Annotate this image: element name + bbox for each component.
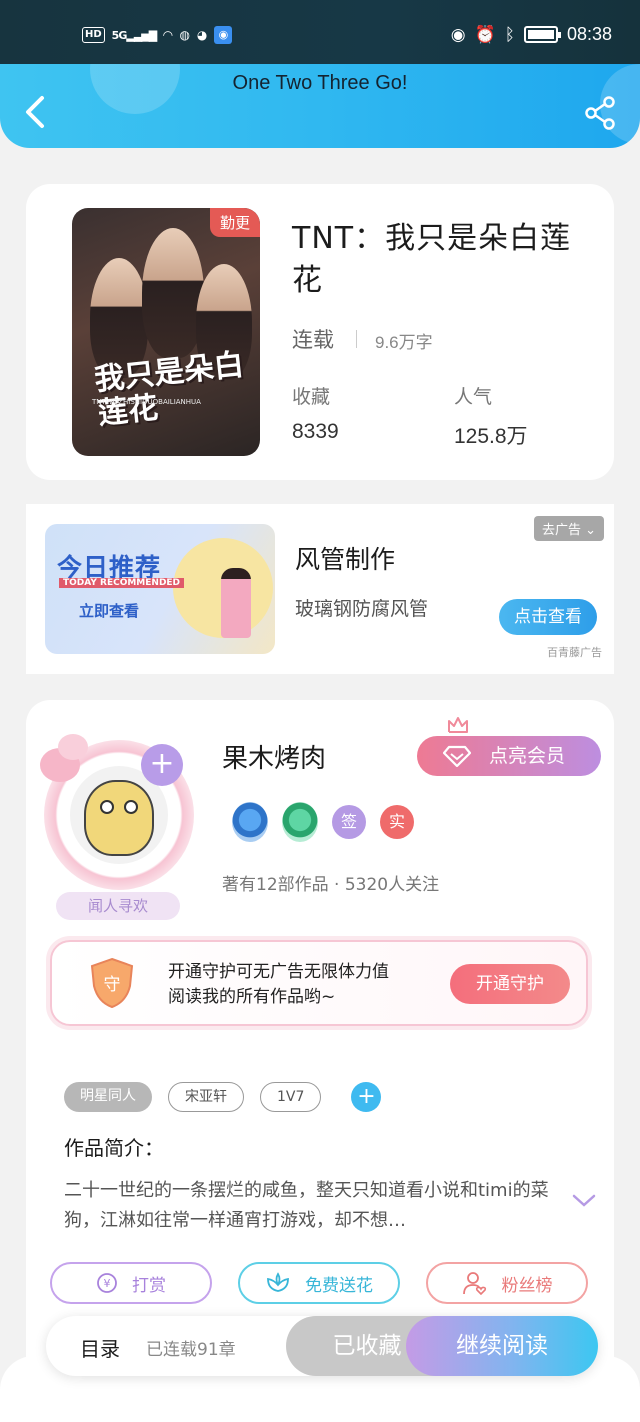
activate-vip-button[interactable]: 点亮会员 xyxy=(417,736,601,776)
divider xyxy=(356,330,357,348)
flower-decoration xyxy=(58,734,88,760)
follow-plus-button[interactable]: + xyxy=(141,744,183,786)
collect-count: 8339 xyxy=(292,420,339,443)
notification-app-icon: ◉ xyxy=(214,26,233,44)
tag-list: 明星同人 宋亚轩 1V7 + xyxy=(64,1082,382,1112)
signal-icon: 5G▂▃▅▇ xyxy=(111,28,158,42)
battery-icon xyxy=(523,26,561,43)
signed-badge: 签 xyxy=(332,805,366,839)
remove-ad-button[interactable]: 去广告 ⌄ xyxy=(533,516,604,541)
ad-title: 风管制作 xyxy=(295,545,396,574)
collect-label: 收藏 xyxy=(292,386,331,408)
ad-cta-button[interactable]: 点击查看 xyxy=(499,599,597,635)
avatar-eye xyxy=(124,800,138,814)
status-icons-left: HD 5G▂▃▅▇ ◠ ◍ ◕ ◉ xyxy=(82,26,233,44)
book-status: 连载 xyxy=(292,328,334,352)
ad-figure xyxy=(221,568,251,638)
popularity-label: 人气 xyxy=(454,386,493,408)
ad-source: 百青藤广告 xyxy=(547,646,602,659)
hd-badge: HD xyxy=(82,27,105,43)
tag-chip[interactable]: 宋亚轩 xyxy=(168,1082,244,1112)
yen-coin-icon: ¥ xyxy=(97,1273,117,1293)
handshake-medal-icon xyxy=(282,802,318,842)
music-medal-icon xyxy=(232,802,268,842)
cover-title: 我只是朵白莲花 xyxy=(92,347,246,432)
word-count: 9.6万字 xyxy=(375,333,433,352)
clock: 08:38 xyxy=(566,24,612,44)
svg-text:¥: ¥ xyxy=(104,1277,111,1290)
guard-description: 开通守护可无广告无限体力值 阅读我的所有作品哟~ xyxy=(168,962,389,1007)
avatar-character xyxy=(84,780,154,856)
bottom-action-bar: 目录 已连载91章 已收藏 继续阅读 xyxy=(46,1316,598,1376)
chapter-count: 已连载91章 xyxy=(146,1340,236,1360)
book-cover[interactable]: 我只是朵白莲花 TNTWOZHISHIDUOBAILIANHUA 勤更 xyxy=(72,208,260,456)
intro-title: 作品简介： xyxy=(64,1136,164,1160)
cover-figure xyxy=(142,228,204,358)
verified-badge: 实 xyxy=(380,805,414,839)
author-card: + 闻人寻欢 果木烤肉 点亮会员 签 实 著有12部作品 · 5320人关注 守… xyxy=(26,700,614,1422)
reward-button[interactable]: ¥ 打赏 xyxy=(50,1262,212,1304)
wifi-icon: ◠ xyxy=(163,28,173,42)
table-of-contents-button[interactable]: 目录 xyxy=(80,1333,120,1362)
chevron-down-icon[interactable] xyxy=(572,1194,596,1208)
author-stats: 著有12部作品 · 5320人关注 xyxy=(222,875,440,895)
ad-image-cta: 立即查看 xyxy=(79,602,140,620)
activate-guard-button[interactable]: 开通守护 xyxy=(450,964,570,1004)
ad-banner[interactable]: 今日推荐 TODAY RECOMMENDED 立即查看 风管制作 玻璃钢防腐风管… xyxy=(26,504,614,674)
ad-image-subtitle: TODAY RECOMMENDED xyxy=(59,578,185,588)
intro-text: 二十一世纪的一条摆烂的咸鱼，整天只知道看小说和timi的菜狗，江淋如往常一样通宵… xyxy=(64,1180,549,1231)
avatar-eye xyxy=(100,800,114,814)
header-bar: One Two Three Go! xyxy=(0,64,640,148)
guard-promo-banner[interactable]: 守 开通守护可无广告无限体力值 阅读我的所有作品哟~ 开通守护 xyxy=(50,940,588,1026)
svg-text:守: 守 xyxy=(104,975,121,995)
author-name: 果木烤肉 xyxy=(222,744,327,774)
crown-icon xyxy=(448,717,468,733)
continue-reading-button[interactable]: 继续阅读 xyxy=(406,1316,598,1376)
header-title: One Two Three Go! xyxy=(232,72,408,94)
tag-chip[interactable]: 1V7 xyxy=(260,1082,322,1112)
flower-icon xyxy=(267,1272,289,1292)
tag-chip[interactable]: 明星同人 xyxy=(64,1082,152,1112)
bluetooth-icon: ᛒ xyxy=(504,24,515,45)
share-icon[interactable] xyxy=(584,96,616,130)
diamond-icon xyxy=(443,745,471,767)
globe-icon: ◍ xyxy=(179,28,190,42)
ad-subtitle: 玻璃钢防腐风管 xyxy=(295,598,429,620)
add-tag-button[interactable]: + xyxy=(351,1082,382,1112)
fans-ranking-button[interactable]: 粉丝榜 xyxy=(426,1262,588,1304)
back-arrow-icon[interactable] xyxy=(22,94,50,130)
alarm-icon: ⏰ xyxy=(474,24,496,45)
author-tagline: 闻人寻欢 xyxy=(56,892,180,920)
popularity-count: 125.8万 xyxy=(454,425,528,448)
ad-image[interactable]: 今日推荐 TODAY RECOMMENDED 立即查看 xyxy=(45,524,275,654)
wechat-icon: ◕ xyxy=(196,28,208,42)
status-bar: HD 5G▂▃▅▇ ◠ ◍ ◕ ◉ ◉ ⏰ ᛒ 08:38 xyxy=(0,0,640,64)
book-info-card: 我只是朵白莲花 TNTWOZHISHIDUOBAILIANHUA 勤更 TNT：… xyxy=(26,184,614,480)
eye-icon: ◉ xyxy=(450,24,466,45)
cover-subtitle: TNTWOZHISHIDUOBAILIANHUA xyxy=(92,398,201,406)
author-badges: 签 实 xyxy=(232,802,414,842)
book-title: TNT：我只是朵白莲花 xyxy=(292,221,572,298)
user-heart-icon xyxy=(462,1272,486,1296)
free-flower-button[interactable]: 免费送花 xyxy=(238,1262,400,1304)
status-icons-right: ◉ ⏰ ᛒ 08:38 xyxy=(451,24,612,45)
shield-icon: 守 xyxy=(90,957,134,1009)
action-buttons: ¥ 打赏 免费送花 粉丝榜 xyxy=(50,1262,588,1304)
update-badge: 勤更 xyxy=(209,208,260,237)
